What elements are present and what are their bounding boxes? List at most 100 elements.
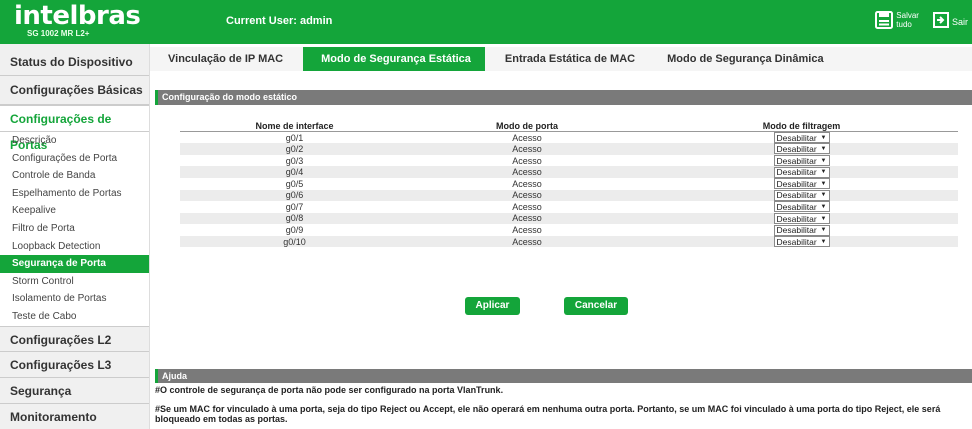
filter-mode-select[interactable]: Desabilitar ▼ <box>773 224 830 236</box>
sidebar-subitem-port-isolation[interactable]: Isolamento de Portas <box>0 290 149 308</box>
filter-mode-value: Desabilitar <box>776 190 817 201</box>
port-config-submenu: Descrição Configurações de Porta Control… <box>0 132 149 326</box>
exit-label: Sair <box>951 16 968 27</box>
filter-mode-cell: Desabilitar ▼ <box>645 235 958 248</box>
sidebar-item-security[interactable]: Segurança <box>0 377 149 404</box>
sidebar-subitem-bandwidth-control[interactable]: Controle de Banda <box>0 167 149 185</box>
port-mode-cell: Acesso <box>409 235 645 248</box>
table-row: g0/4 Acesso Desabilitar ▼ <box>180 166 958 178</box>
port-mode-cell: Acesso <box>409 189 645 202</box>
filter-mode-select[interactable]: Desabilitar ▼ <box>773 236 830 248</box>
filter-mode-value: Desabilitar <box>776 143 817 154</box>
filter-mode-select[interactable]: Desabilitar ▼ <box>773 178 830 190</box>
filter-mode-value: Desabilitar <box>776 155 817 166</box>
filter-mode-select[interactable]: Desabilitar ▼ <box>773 155 830 167</box>
sidebar-subitem-storm-control[interactable]: Storm Control <box>0 273 149 291</box>
interface-cell: g0/4 <box>180 166 409 178</box>
filter-mode-cell: Desabilitar ▼ <box>645 212 958 225</box>
filter-mode-value: Desabilitar <box>776 213 817 224</box>
filter-mode-value: Desabilitar <box>776 225 817 236</box>
apply-button[interactable]: Aplicar <box>465 297 520 315</box>
filter-mode-value: Desabilitar <box>776 178 817 189</box>
filter-mode-select[interactable]: Desabilitar ▼ <box>773 213 830 225</box>
filter-mode-select[interactable]: Desabilitar ▼ <box>773 189 830 201</box>
current-user-label: Current User: admin <box>226 15 333 27</box>
sidebar-subitem-description[interactable]: Descrição <box>0 132 149 150</box>
table-row: g0/6 Acesso Desabilitar ▼ <box>180 189 958 202</box>
filter-mode-select[interactable]: Desabilitar ▼ <box>773 132 830 144</box>
tab-bar: Vinculação de IP MAC Modo de Segurança E… <box>150 47 972 71</box>
chevron-down-icon: ▼ <box>820 192 827 199</box>
sidebar-subitem-cable-test[interactable]: Teste de Cabo <box>0 308 149 326</box>
sidebar-subitem-port-security[interactable]: Segurança de Porta <box>0 255 149 273</box>
port-mode-cell: Acesso <box>409 143 645 155</box>
port-mode-cell: Acesso <box>409 166 645 178</box>
help-title-bar: Ajuda <box>155 369 972 383</box>
table-row: g0/10 Acesso Desabilitar ▼ <box>180 235 958 248</box>
sidebar-item-l3-config[interactable]: Configurações L3 <box>0 351 149 378</box>
chevron-down-icon: ▼ <box>820 203 827 210</box>
save-all-label: Salvar tudo <box>896 11 919 29</box>
help-line-2: #Se um MAC for vinculado à uma porta, se… <box>155 404 941 424</box>
filter-mode-cell: Desabilitar ▼ <box>645 166 958 178</box>
port-mode-cell: Acesso <box>409 177 645 190</box>
table-row: g0/1 Acesso Desabilitar ▼ <box>180 131 958 144</box>
brand-name: intelbras <box>14 1 141 31</box>
sidebar-subitem-port-settings[interactable]: Configurações de Porta <box>0 150 149 168</box>
table-row: g0/8 Acesso Desabilitar ▼ <box>180 212 958 225</box>
sidebar-subitem-loopback-detection[interactable]: Loopback Detection <box>0 238 149 256</box>
column-header-filter-mode: Modo de filtragem <box>645 121 958 132</box>
filter-mode-value: Desabilitar <box>776 132 817 143</box>
cancel-button[interactable]: Cancelar <box>564 297 628 315</box>
sidebar-item-monitoring[interactable]: Monitoramento <box>0 403 149 429</box>
top-header: intelbras SG 1002 MR L2+ Current User: a… <box>0 0 972 44</box>
save-all-button[interactable]: Salvar tudo <box>875 11 919 29</box>
tab-ip-mac-binding[interactable]: Vinculação de IP MAC <box>150 47 303 71</box>
table-row: g0/9 Acesso Desabilitar ▼ <box>180 224 958 236</box>
filter-mode-cell: Desabilitar ▼ <box>645 201 958 213</box>
interface-cell: g0/2 <box>180 143 409 155</box>
filter-mode-select[interactable]: Desabilitar ▼ <box>773 201 830 213</box>
save-label-line1: Salvar <box>896 11 919 20</box>
sidebar-item-l2-config[interactable]: Configurações L2 <box>0 325 149 352</box>
sidebar-subitem-port-mirroring[interactable]: Espelhamento de Portas <box>0 185 149 203</box>
exit-button[interactable]: Sair <box>932 12 968 28</box>
tab-static-security-mode[interactable]: Modo de Segurança Estática <box>303 47 485 71</box>
brand-logo: intelbras SG 1002 MR L2+ <box>14 1 141 39</box>
tab-dynamic-security-mode[interactable]: Modo de Segurança Dinâmica <box>657 47 841 71</box>
interface-cell: g0/5 <box>180 177 409 190</box>
chevron-down-icon: ▼ <box>820 145 827 152</box>
filter-mode-cell: Desabilitar ▼ <box>645 177 958 190</box>
static-mode-table: Nome de interface Modo de porta Modo de … <box>180 121 958 248</box>
chevron-down-icon: ▼ <box>820 215 827 222</box>
filter-mode-value: Desabilitar <box>776 201 817 212</box>
interface-cell: g0/1 <box>180 131 409 144</box>
port-mode-cell: Acesso <box>409 154 645 167</box>
filter-mode-value: Desabilitar <box>776 236 817 247</box>
tab-static-mac-entry[interactable]: Entrada Estática de MAC <box>485 47 657 71</box>
table-row: g0/5 Acesso Desabilitar ▼ <box>180 177 958 190</box>
column-header-port-mode: Modo de porta <box>409 121 645 132</box>
sidebar-menu: Status do Dispositivo Configurações Bási… <box>0 44 150 429</box>
exit-icon <box>932 12 949 28</box>
sidebar-subitem-keepalive[interactable]: Keepalive <box>0 202 149 220</box>
filter-mode-cell: Desabilitar ▼ <box>645 224 958 236</box>
interface-cell: g0/9 <box>180 224 409 236</box>
save-icon <box>875 11 894 29</box>
section-title-bar: Configuração do modo estático <box>155 90 972 105</box>
filter-mode-cell: Desabilitar ▼ <box>645 143 958 155</box>
table-row: g0/7 Acesso Desabilitar ▼ <box>180 201 958 213</box>
sidebar-item-device-status[interactable]: Status do Dispositivo <box>0 44 149 76</box>
sidebar-item-basic-config[interactable]: Configurações Básicas <box>0 76 149 105</box>
interface-cell: g0/7 <box>180 201 409 213</box>
chevron-down-icon: ▼ <box>820 134 827 141</box>
filter-mode-select[interactable]: Desabilitar ▼ <box>773 166 830 178</box>
table-row: g0/3 Acesso Desabilitar ▼ <box>180 154 958 167</box>
port-mode-cell: Acesso <box>409 212 645 225</box>
help-line-1: #O controle de segurança de porta não po… <box>155 385 504 395</box>
filter-mode-value: Desabilitar <box>776 167 817 178</box>
sidebar-subitem-port-filter[interactable]: Filtro de Porta <box>0 220 149 238</box>
sidebar-item-port-config[interactable]: Configurações de Portas <box>0 105 149 152</box>
table-row: g0/2 Acesso Desabilitar ▼ <box>180 143 958 155</box>
filter-mode-select[interactable]: Desabilitar ▼ <box>773 143 830 155</box>
